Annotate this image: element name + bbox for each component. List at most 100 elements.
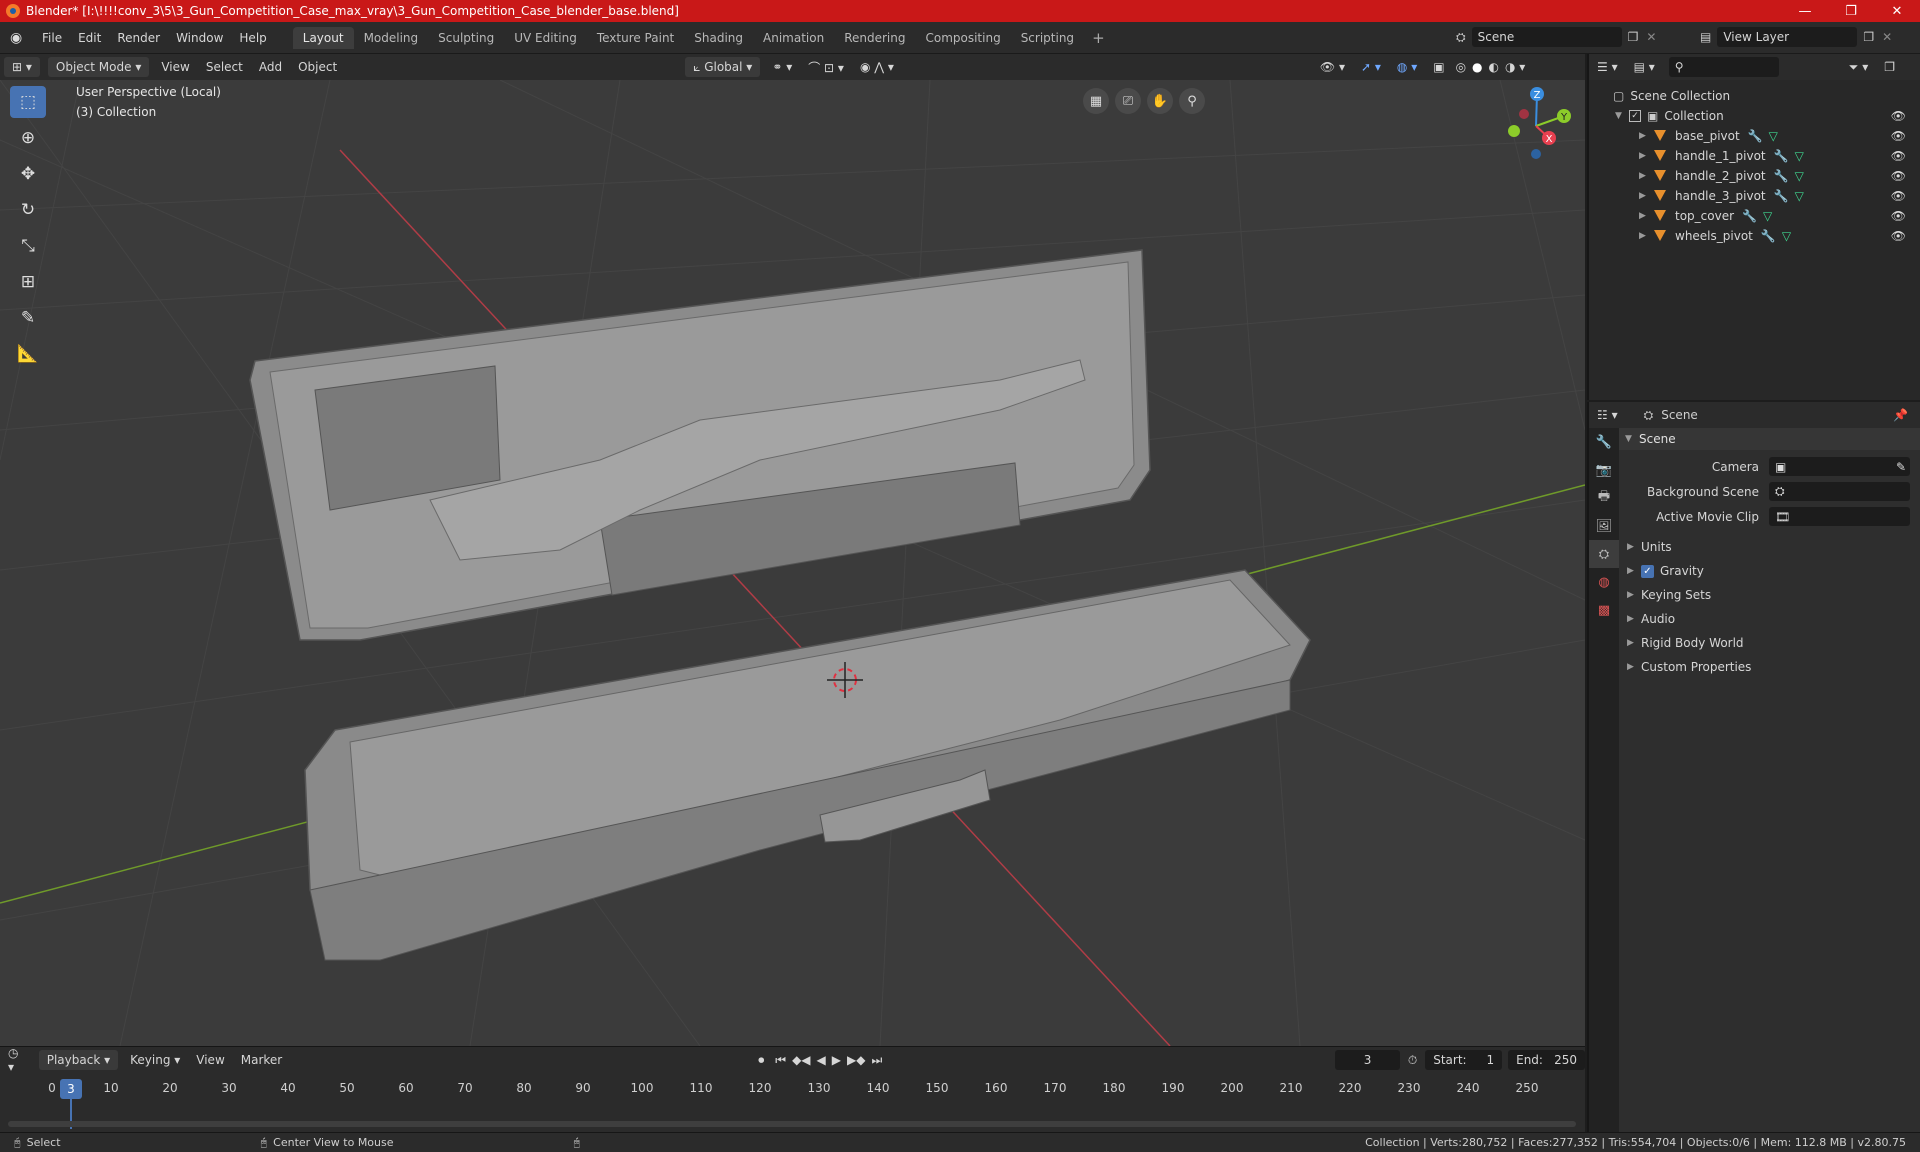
play-icon[interactable]: ▶ [829, 1050, 844, 1070]
delete-scene-icon[interactable]: ✕ [1646, 30, 1656, 44]
zoom-view-icon[interactable]: ⚲ [1179, 88, 1205, 114]
record-icon[interactable]: ⏺ [750, 1050, 772, 1070]
tab-uv-editing[interactable]: UV Editing [504, 27, 587, 49]
background-scene-field[interactable]: ⛭ [1769, 482, 1910, 501]
next-keyframe-icon[interactable]: ▶◆ [844, 1050, 868, 1070]
object-expand-icon[interactable]: ▶ [1639, 191, 1653, 201]
add-workspace-icon[interactable]: + [1084, 29, 1113, 47]
menu-file[interactable]: File [34, 31, 70, 45]
frame-ruler[interactable]: 0 10 20 30 40 50 60 70 80 90 100 110 120 130 140 150 160… [0, 1081, 1585, 1101]
object-visibility-icon[interactable]: 👁 [1891, 209, 1906, 223]
keying-menu[interactable]: Keying ▾ [122, 1050, 188, 1070]
menu-render[interactable]: Render [109, 31, 168, 45]
xray-icon[interactable]: ▣ [1425, 57, 1452, 77]
shading-rendered-icon[interactable]: ◑ ▾ [1502, 57, 1528, 77]
eyedropper-icon[interactable]: ✎ [1896, 460, 1906, 474]
snap-icon[interactable]: ⌒ ⊡ ▾ [800, 57, 852, 77]
display-mode-icon[interactable]: ▤ ▾ [1626, 57, 1663, 77]
collection-expand-icon[interactable]: ▼ [1615, 111, 1629, 121]
end-frame-field[interactable]: End: 250 [1508, 1050, 1585, 1070]
current-frame-field[interactable]: 3 [1335, 1050, 1400, 1070]
tab-layout[interactable]: Layout [292, 26, 354, 49]
scene-tab-icon[interactable]: ⛭ [1589, 540, 1619, 568]
new-collection-icon[interactable]: ❐ [1876, 57, 1903, 77]
timeline-scrollbar[interactable] [8, 1121, 1576, 1127]
transform-orientation-dropdown[interactable]: ⟀ Global ▾ [685, 57, 761, 77]
current-frame-marker[interactable]: 3 [60, 1079, 82, 1099]
mesh-data-icon[interactable]: ▽ [1763, 209, 1772, 223]
object-visibility-icon[interactable]: 👁 [1891, 129, 1906, 143]
shading-solid-icon[interactable]: ● [1469, 57, 1485, 77]
outliner-row-object[interactable]: ▶ top_cover 🔧 ▽ 👁 [1589, 206, 1920, 226]
object-expand-icon[interactable]: ▶ [1639, 231, 1653, 241]
texture-tab-icon[interactable]: ▩ [1589, 596, 1619, 624]
tab-animation[interactable]: Animation [753, 27, 834, 49]
tab-sculpting[interactable]: Sculpting [428, 27, 504, 49]
outliner-row-object[interactable]: ▶ wheels_pivot 🔧 ▽ 👁 [1589, 226, 1920, 246]
playback-menu[interactable]: Playback ▾ [38, 1050, 119, 1070]
menu-add[interactable]: Add [251, 57, 290, 77]
collection-visibility-icon[interactable]: 👁 [1891, 109, 1906, 123]
jump-end-icon[interactable]: ⏭ [868, 1050, 885, 1070]
play-reverse-icon[interactable]: ◀ [814, 1050, 829, 1070]
modifier-icon[interactable]: 🔧 [1748, 129, 1763, 143]
move-tool[interactable]: ✥ [10, 158, 46, 190]
pin-icon[interactable]: 📌 [1893, 408, 1908, 422]
scene-icon[interactable]: ⛭ [1456, 30, 1466, 45]
close-button[interactable]: ✕ [1874, 0, 1920, 22]
outliner-row-object[interactable]: ▶ handle_1_pivot 🔧 ▽ 👁 [1589, 146, 1920, 166]
blender-menu-icon[interactable]: ◉ [10, 30, 26, 46]
menu-window[interactable]: Window [168, 31, 231, 45]
outliner-editor-type-icon[interactable]: ☰ ▾ [1589, 57, 1626, 77]
outliner-row-object[interactable]: ▶ handle_3_pivot 🔧 ▽ 👁 [1589, 186, 1920, 206]
annotate-tool[interactable]: ✎ [10, 302, 46, 334]
tab-scripting[interactable]: Scripting [1011, 27, 1084, 49]
tool-tab-icon[interactable]: 🔧 [1589, 428, 1619, 456]
start-frame-field[interactable]: Start: 1 [1425, 1050, 1503, 1070]
outliner-row-collection[interactable]: ▼ ✓ ▣ Collection 👁 [1589, 106, 1920, 126]
maximize-button[interactable]: ❐ [1828, 0, 1874, 22]
jump-start-icon[interactable]: ⏮ [772, 1050, 789, 1070]
visibility-icon[interactable]: 👁 ▾ [1312, 57, 1353, 77]
shading-wireframe-icon[interactable]: ◎ [1453, 57, 1469, 77]
world-tab-icon[interactable]: ◍ [1589, 568, 1619, 596]
proportional-edit-icon[interactable]: ◉ ⋀ ▾ [852, 57, 902, 77]
transform-tool[interactable]: ⊞ [10, 266, 46, 298]
modifier-icon[interactable]: 🔧 [1742, 209, 1757, 223]
object-visibility-icon[interactable]: 👁 [1891, 169, 1906, 183]
rigid-body-panel[interactable]: ▶ Rigid Body World [1619, 631, 1920, 655]
delete-view-layer-icon[interactable]: ✕ [1882, 30, 1892, 44]
scene-name-field[interactable]: Scene [1471, 27, 1622, 47]
3d-viewport[interactable]: ⬚ ⊕ ✥ ↻ ⤡ ⊞ ✎ 📐 User Perspective (Local)… [0, 80, 1585, 1046]
modifier-icon[interactable]: 🔧 [1774, 149, 1789, 163]
mode-dropdown[interactable]: Object Mode ▾ [47, 57, 150, 77]
units-panel[interactable]: ▶ Units [1619, 535, 1920, 559]
object-expand-icon[interactable]: ▶ [1639, 211, 1653, 221]
view-layer-field[interactable]: View Layer [1717, 27, 1858, 47]
gravity-panel[interactable]: ▶ ✓ Gravity [1619, 559, 1920, 583]
camera-field[interactable]: ▣ ✎ [1769, 457, 1910, 476]
menu-select[interactable]: Select [198, 57, 251, 77]
object-expand-icon[interactable]: ▶ [1639, 131, 1653, 141]
tab-texture-paint[interactable]: Texture Paint [587, 27, 684, 49]
scale-tool[interactable]: ⤡ [10, 230, 46, 262]
tab-compositing[interactable]: Compositing [915, 27, 1010, 49]
outliner-row-scene-collection[interactable]: ▢ Scene Collection [1589, 86, 1920, 106]
scene-panel-header[interactable]: ▼ Scene [1619, 428, 1920, 450]
shading-material-icon[interactable]: ◐ [1486, 57, 1502, 77]
prev-keyframe-icon[interactable]: ◆◀ [789, 1050, 813, 1070]
filter-icon[interactable]: ⏷ ▾ [1841, 57, 1876, 77]
new-view-layer-icon[interactable]: ❐ [1863, 30, 1874, 44]
gravity-checkbox[interactable]: ✓ [1641, 564, 1654, 578]
navigation-gizmo[interactable]: Z Y X [1496, 86, 1576, 166]
object-visibility-icon[interactable]: 👁 [1891, 149, 1906, 163]
preview-range-icon[interactable]: ⏱ [1400, 1050, 1425, 1070]
movie-clip-field[interactable]: 🎞 [1769, 507, 1910, 526]
object-visibility-icon[interactable]: 👁 [1891, 229, 1906, 243]
view-layer-tab-icon[interactable]: 🖼 [1589, 512, 1619, 540]
tab-shading[interactable]: Shading [684, 27, 753, 49]
timeline-view-menu[interactable]: View [188, 1050, 232, 1070]
modifier-icon[interactable]: 🔧 [1774, 189, 1789, 203]
camera-view-icon[interactable]: ⎚ [1115, 88, 1141, 114]
collection-checkbox[interactable]: ✓ [1629, 110, 1641, 122]
